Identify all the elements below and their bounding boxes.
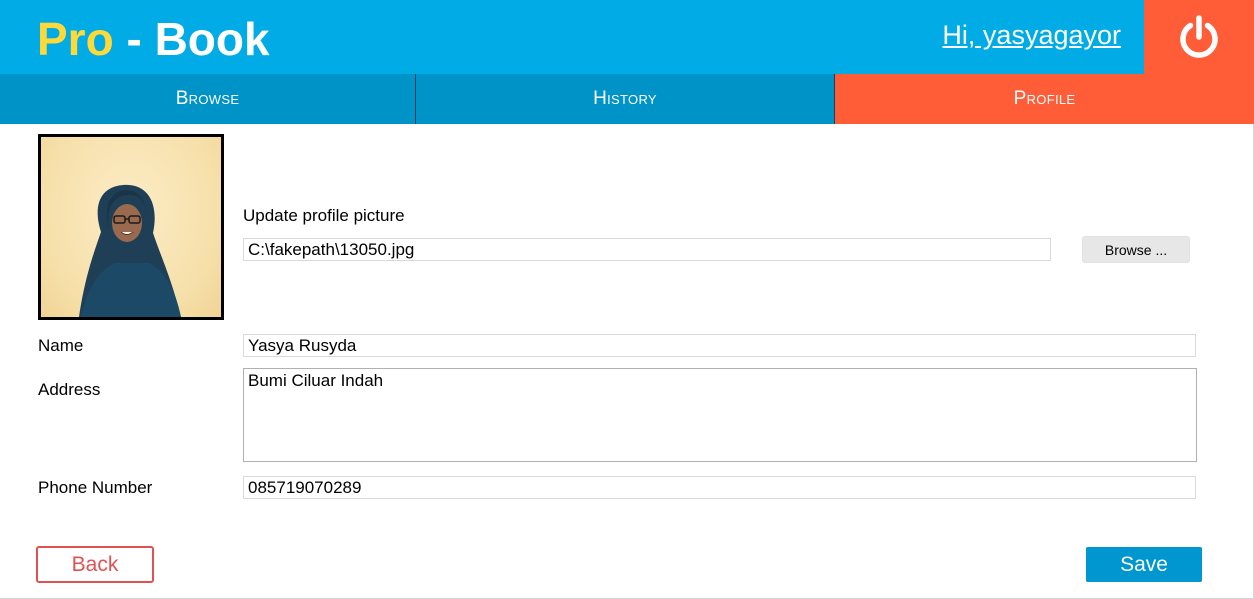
file-path-field[interactable] — [243, 238, 1051, 261]
phone-label: Phone Number — [38, 478, 153, 497]
tab-history[interactable]: History — [416, 74, 835, 124]
name-label: Name — [38, 336, 84, 355]
logo-pro-text: Pro — [37, 13, 114, 65]
phone-field[interactable] — [243, 476, 1196, 499]
user-greeting-link[interactable]: Hi, yasyagayor — [942, 18, 1121, 52]
profile-photo — [79, 184, 181, 317]
browse-file-button[interactable]: Browse ... — [1082, 236, 1190, 263]
app-logo: Pro - Book — [37, 12, 270, 66]
avatar — [38, 134, 224, 320]
profile-form: Update profile picture Browse ... Name A… — [0, 124, 1254, 599]
address-label: Address — [38, 380, 101, 399]
logout-button[interactable] — [1144, 0, 1254, 74]
save-button[interactable]: Save — [1086, 547, 1202, 582]
update-picture-label: Update profile picture — [243, 206, 405, 225]
main-nav: Browse History Profile — [0, 74, 1254, 124]
power-icon — [1180, 15, 1218, 58]
tab-browse[interactable]: Browse — [0, 74, 416, 124]
back-button[interactable]: Back — [36, 546, 154, 583]
address-field[interactable]: Bumi Ciluar Indah — [243, 368, 1197, 462]
logo-book-text: - Book — [113, 13, 270, 65]
tab-profile[interactable]: Profile — [835, 74, 1254, 124]
app-header: Pro - Book Hi, yasyagayor — [0, 0, 1254, 74]
name-field[interactable] — [243, 334, 1196, 357]
